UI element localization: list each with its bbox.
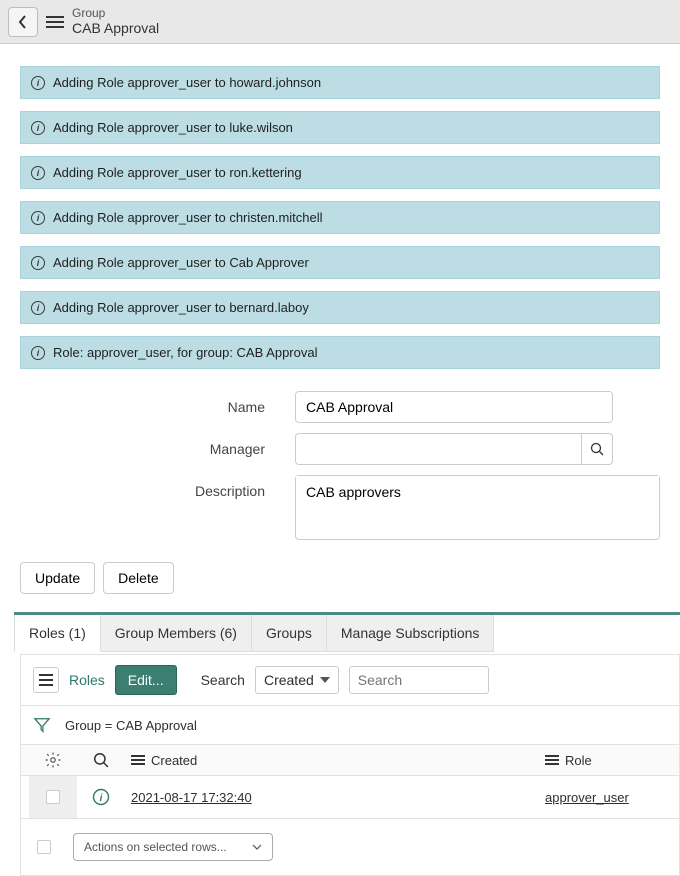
name-input[interactable]	[296, 392, 612, 422]
select-value: Created	[264, 672, 314, 688]
search-icon	[590, 442, 604, 456]
chevron-left-icon	[18, 15, 28, 29]
tab-manage-subscriptions[interactable]: Manage Subscriptions	[327, 615, 495, 652]
roles-link[interactable]: Roles	[69, 672, 105, 688]
sort-icon[interactable]	[131, 755, 145, 765]
row-checkbox[interactable]	[46, 790, 60, 804]
column-role-label[interactable]: Role	[565, 753, 592, 768]
tab-group-members[interactable]: Group Members (6)	[101, 615, 252, 652]
back-button[interactable]	[8, 7, 38, 37]
info-icon: i	[31, 301, 45, 315]
info-icon: i	[31, 256, 45, 270]
manager-input[interactable]	[296, 434, 581, 464]
header-type: Group	[72, 6, 159, 20]
search-field-select[interactable]: Created	[255, 666, 339, 694]
alert-text: Adding Role approver_user to ron.ketteri…	[53, 165, 302, 180]
edit-button[interactable]: Edit...	[115, 665, 177, 695]
info-alert: i Adding Role approver_user to luke.wilso…	[20, 111, 660, 144]
list-menu-button[interactable]	[33, 667, 59, 693]
tab-roles[interactable]: Roles (1)	[14, 615, 101, 652]
delete-button[interactable]: Delete	[103, 562, 173, 594]
role-link[interactable]: approver_user	[545, 790, 629, 805]
table-row: i 2021-08-17 17:32:40 approver_user	[20, 776, 680, 819]
alert-text: Adding Role approver_user to bernard.lab…	[53, 300, 309, 315]
funnel-icon[interactable]	[33, 716, 51, 734]
header-bar: Group CAB Approval	[0, 0, 680, 44]
info-icon[interactable]: i	[92, 788, 110, 806]
svg-text:i: i	[100, 793, 103, 804]
chevron-down-icon	[320, 677, 330, 683]
info-alert: i Adding Role approver_user to christen.m…	[20, 201, 660, 234]
created-link[interactable]: 2021-08-17 17:32:40	[131, 790, 252, 805]
alert-text: Adding Role approver_user to christen.mi…	[53, 210, 323, 225]
column-created-label[interactable]: Created	[151, 753, 197, 768]
info-alert: i Adding Role approver_user to bernard.la…	[20, 291, 660, 324]
manager-lookup-button[interactable]	[581, 433, 613, 465]
hamburger-icon[interactable]	[44, 12, 66, 32]
search-label: Search	[201, 672, 245, 688]
alert-text: Adding Role approver_user to howard.john…	[53, 75, 321, 90]
name-label: Name	[20, 391, 295, 415]
list-toolbar: Roles Edit... Search Created	[20, 654, 680, 706]
description-textarea[interactable]	[296, 476, 659, 536]
chevron-down-icon	[252, 842, 262, 852]
info-icon: i	[31, 76, 45, 90]
alert-text: Adding Role approver_user to Cab Approve…	[53, 255, 309, 270]
info-alert: i Adding Role approver_user to ron.ketter…	[20, 156, 660, 189]
info-icon: i	[31, 121, 45, 135]
info-alert: i Role: approver_user, for group: CAB App…	[20, 336, 660, 369]
header-titles: Group CAB Approval	[72, 6, 159, 37]
alert-text: Adding Role approver_user to luke.wilson	[53, 120, 293, 135]
manager-label: Manager	[20, 433, 295, 457]
sort-icon[interactable]	[545, 755, 559, 765]
info-icon: i	[31, 211, 45, 225]
column-search-icon[interactable]	[93, 752, 109, 768]
description-label: Description	[20, 475, 295, 499]
filter-breadcrumb: Group = CAB Approval	[20, 706, 680, 745]
alert-text: Role: approver_user, for group: CAB Appr…	[53, 345, 317, 360]
column-header-row: Created Role	[20, 745, 680, 776]
tab-groups[interactable]: Groups	[252, 615, 327, 652]
bulk-actions-select[interactable]: Actions on selected rows...	[73, 833, 273, 861]
info-alert: i Adding Role approver_user to howard.joh…	[20, 66, 660, 99]
info-icon: i	[31, 166, 45, 180]
gear-icon[interactable]	[44, 751, 62, 769]
select-all-checkbox[interactable]	[37, 840, 51, 854]
search-input[interactable]	[349, 666, 489, 694]
filter-text: Group = CAB Approval	[65, 718, 197, 733]
footer-row: Actions on selected rows...	[20, 819, 680, 876]
header-title: CAB Approval	[72, 20, 159, 37]
update-button[interactable]: Update	[20, 562, 95, 594]
info-alert: i Adding Role approver_user to Cab Approv…	[20, 246, 660, 279]
info-icon: i	[31, 346, 45, 360]
bulk-actions-placeholder: Actions on selected rows...	[84, 840, 227, 854]
